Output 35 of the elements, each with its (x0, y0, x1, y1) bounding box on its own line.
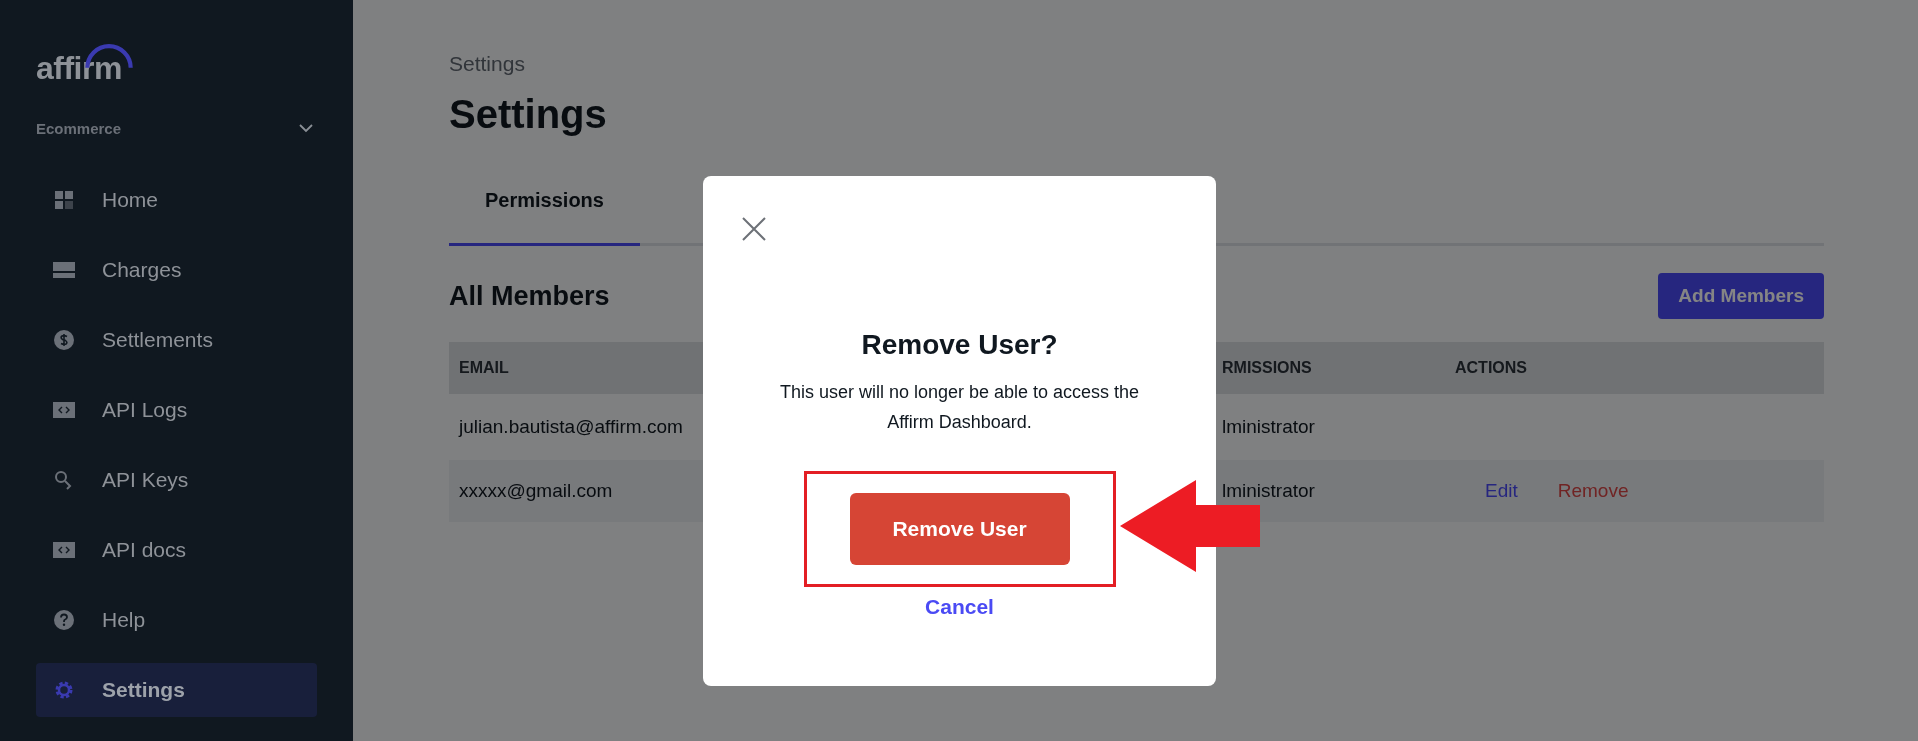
logo-text[interactable]: affirm (36, 50, 122, 86)
grid-icon (52, 191, 76, 209)
email-cell-text: xxxxx@gmail.com (458, 480, 614, 502)
nav-item[interactable]: Charges (36, 243, 317, 297)
modal-title: Remove User? (861, 329, 1058, 361)
edit-link[interactable]: Edit (1485, 480, 1518, 502)
dollar-icon (52, 330, 76, 350)
account-name: Ecommerce (36, 120, 122, 137)
page-title: Settings (449, 92, 608, 137)
tab[interactable]: Permissions (449, 183, 640, 246)
chevron-down-icon[interactable] (299, 124, 313, 133)
breadcrumb: Settings (449, 52, 526, 76)
add-members-button[interactable]: Add Members (1658, 273, 1824, 319)
email-cell-text: julian.bautista@affirm.com (457, 416, 684, 438)
nav-item[interactable]: Settlements (36, 313, 317, 367)
close-icon[interactable] (741, 216, 767, 242)
permission-cell-text: lministrator (1221, 480, 1316, 502)
column-header: EMAIL (458, 359, 510, 377)
nav-item[interactable]: Settings (36, 663, 317, 717)
nav-item[interactable]: Home (36, 173, 317, 227)
nav-item[interactable]: API docs (36, 523, 317, 577)
cancel-link[interactable]: Cancel (925, 595, 994, 619)
code-icon (52, 542, 76, 558)
column-header: ACTIONS (1454, 359, 1528, 377)
card-icon (52, 262, 76, 278)
modal-message: This user will no longer be able to access the Affirm Dashboard. (779, 381, 1140, 434)
column-header: RMISSIONS (1221, 359, 1313, 377)
nav-item[interactable]: API Logs (36, 383, 317, 437)
section-title: All Members (449, 280, 610, 312)
code-icon (52, 402, 76, 418)
remove-user-button[interactable]: Remove User (849, 493, 1070, 565)
permission-cell-text: lministrator (1221, 416, 1316, 438)
nav-item[interactable]: Help (36, 593, 317, 647)
help-icon (52, 610, 76, 630)
nav-item[interactable]: API Keys (36, 453, 317, 507)
